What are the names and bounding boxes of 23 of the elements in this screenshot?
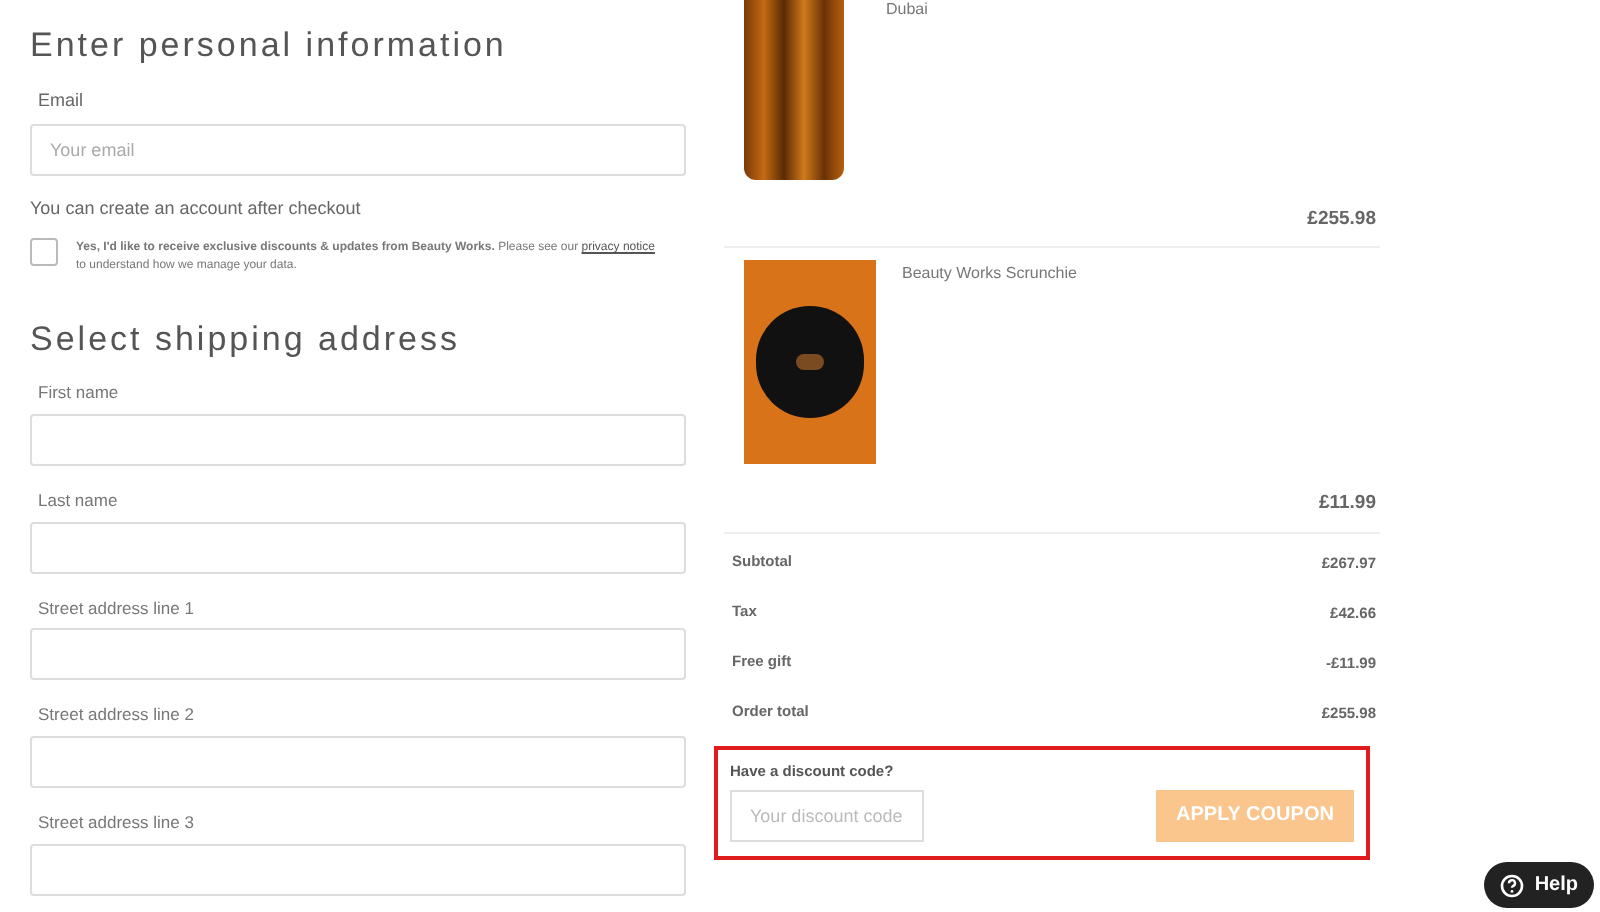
section-heading: Enter personal information bbox=[30, 26, 509, 66]
field-label: Street address line 1 bbox=[38, 595, 196, 621]
field-label: Last name bbox=[38, 487, 120, 513]
consent-checkbox[interactable] bbox=[30, 238, 58, 266]
product-name: Beauty Works Scrunchie bbox=[902, 262, 1077, 287]
text-field[interactable] bbox=[30, 413, 686, 466]
help-icon bbox=[1500, 873, 1525, 897]
product-price: £11.99 bbox=[724, 490, 1380, 533]
text-field[interactable] bbox=[30, 628, 686, 681]
email-field[interactable]: Your email bbox=[30, 123, 686, 175]
text-field[interactable] bbox=[30, 843, 686, 896]
product-name: Dubai bbox=[886, 0, 928, 22]
section-heading: Select shipping address bbox=[30, 320, 463, 360]
field-label: First name bbox=[38, 380, 121, 406]
discount-code-field[interactable]: Your discount code bbox=[730, 789, 924, 842]
field-label: Email bbox=[38, 88, 86, 114]
product-price: £255.98 bbox=[724, 206, 1380, 249]
help-button[interactable]: Help bbox=[1484, 862, 1594, 908]
field-label: Street address line 2 bbox=[38, 702, 196, 728]
text-field[interactable] bbox=[30, 521, 686, 573]
text-field[interactable] bbox=[30, 736, 686, 788]
account-note: You can create an account after checkout bbox=[30, 195, 363, 221]
field-label: Street address line 3 bbox=[38, 810, 196, 836]
